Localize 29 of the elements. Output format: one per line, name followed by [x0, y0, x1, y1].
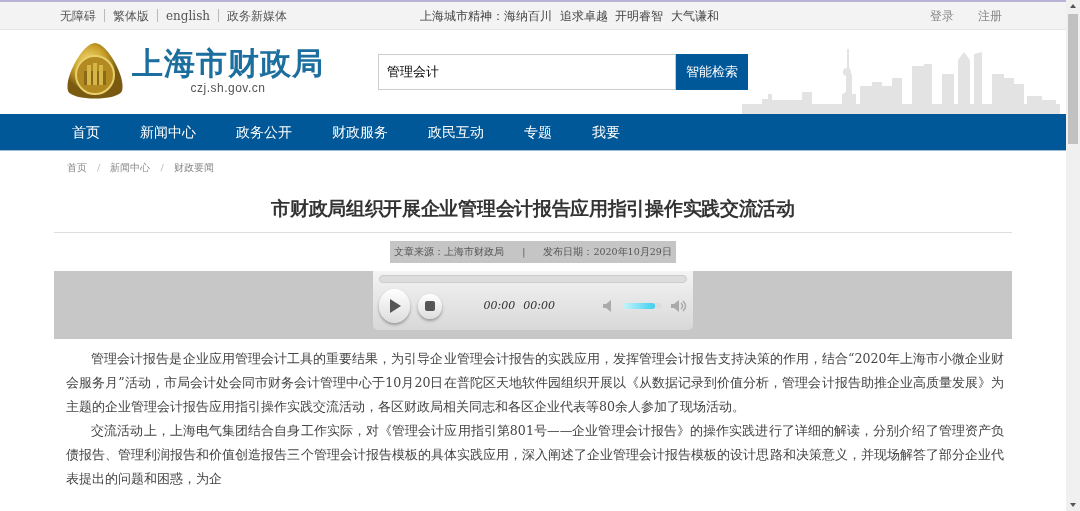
article-paragraph: 交流活动上，上海电气集团结合自身工作实际，对《管理会计应用指引第801号——企业管理会计报告》的操作实践进行了详细的解读，分别介绍了管理资产负债报告、管理利润报告和价值创造报告三个管理会计报告模板的具体实践应用，深入阐述了企业管理会计报告模板的设计思路和决策意义，并现场解答了部分企业代表提出的问题和困惑，为企	[66, 422, 1004, 489]
article-title: 市财政局组织开展企业管理会计报告应用指引操作实践交流活动	[54, 197, 1012, 233]
nav-item[interactable]: 新闻中心	[140, 115, 196, 149]
top-link[interactable]: 政务新媒体	[227, 6, 288, 25]
breadcrumb-separator: /	[97, 161, 101, 175]
duration-time: 00:00	[523, 297, 555, 314]
city-motto: 上海城市精神：海纳百川 追求卓越 开明睿智 大气谦和	[420, 7, 720, 25]
nav-item[interactable]: 政务公开	[236, 115, 292, 149]
breadcrumb-link[interactable]: 首页	[67, 160, 87, 175]
breadcrumb-current: 财政要闻	[173, 161, 214, 175]
site-name: 上海市财政局	[132, 47, 324, 79]
current-time: 00:00	[483, 297, 516, 314]
article-date: 发布日期：2020年10月29日	[543, 244, 672, 259]
search-field[interactable]: 管理会计	[378, 54, 676, 90]
nav-item[interactable]: 我要	[592, 115, 620, 149]
top-link[interactable]: 无障碍	[60, 6, 96, 25]
article-paragraph: 管理会计报告是企业应用管理会计工具的重要结果，为引导企业管理会计报告的实践应用，发挥管理会计报告支持决策的作用，结合“2020年上海市小微企业财会服务月”活动，市局会计处会同市财务会计管理中心于10月20日在普陀区天地软件园组织开展以《从数据记录到价值分析，管理会计报告助推企业高质量发展》为主题的企业管理会计报告应用指引操作实践交流活动，各区财政局相关同志和各区企业代表等80余人参加了现场活动。	[66, 350, 1004, 417]
search-button[interactable]: 智能检索	[676, 54, 748, 90]
nav-item[interactable]: 首页	[72, 115, 100, 149]
meta-separator: |	[522, 244, 526, 260]
nav-item[interactable]: 财政服务	[332, 115, 388, 149]
nav-item[interactable]: 专题	[524, 115, 552, 149]
site-domain: czj.sh.gov.cn	[189, 79, 267, 97]
breadcrumb-link[interactable]: 新闻中心	[110, 160, 151, 175]
article-source: 文章来源：上海市财政局	[394, 244, 505, 259]
top-link[interactable]: english	[166, 6, 211, 25]
top-link[interactable]: 繁体版	[113, 6, 149, 25]
nav-item[interactable]: 政民互动	[428, 115, 484, 149]
breadcrumb-separator: /	[160, 161, 164, 175]
